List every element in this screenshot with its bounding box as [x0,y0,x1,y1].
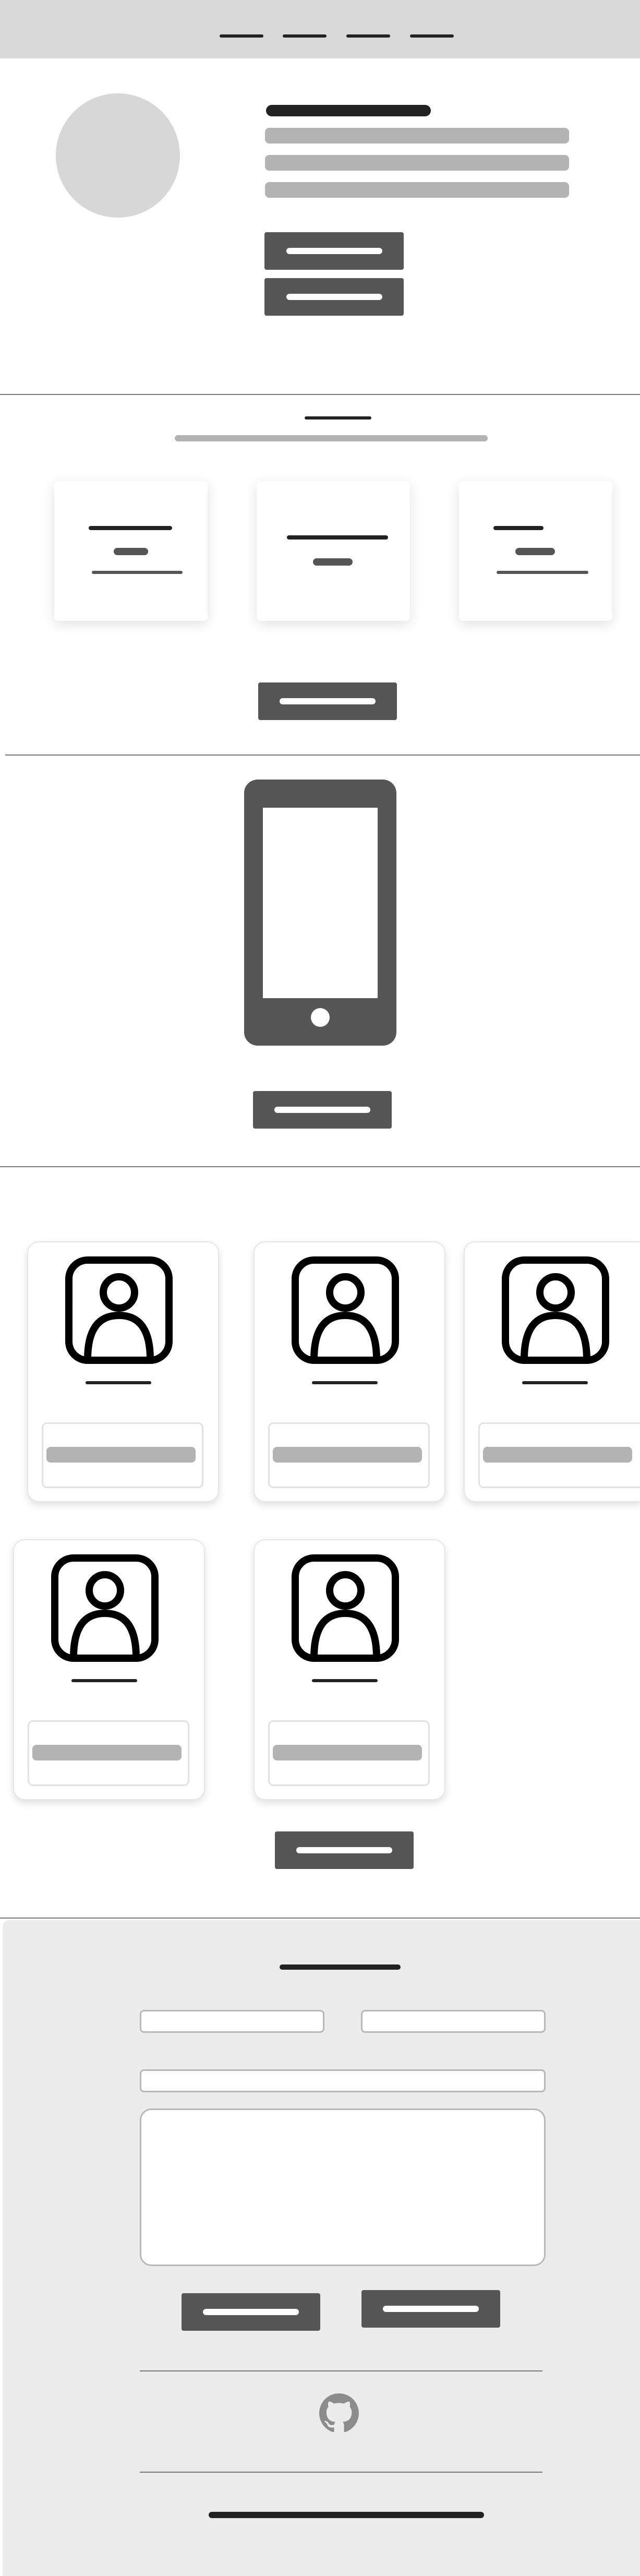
hero-title-placeholder [266,105,431,116]
feature-card [257,481,410,621]
footer-divider [140,2472,542,2473]
member-name-placeholder [86,1381,151,1384]
github-icon[interactable] [319,2393,359,2433]
team-card [253,1539,445,1800]
section-divider [0,394,640,395]
footer-divider [140,2370,542,2371]
feature-subtitle-placeholder [515,548,555,555]
member-info-box [268,1422,430,1488]
team-card [27,1241,219,1502]
team-cta-button[interactable] [275,1831,414,1869]
top-nav-bar [0,0,640,58]
feature-title-placeholder [493,526,544,530]
member-name-placeholder [312,1679,378,1682]
section-subtitle-placeholder [175,435,488,441]
member-info-box [42,1422,203,1488]
section-title-placeholder [305,416,371,420]
team-card [13,1539,205,1800]
button-label [383,2306,479,2312]
button-label [203,2309,299,2315]
button-label [286,294,382,300]
feature-text-placeholder [92,571,183,574]
member-info-placeholder [483,1447,632,1463]
feature-card [54,481,208,621]
member-name-placeholder [312,1381,378,1384]
name-field[interactable] [140,2010,324,2033]
feature-subtitle-placeholder [313,558,353,566]
contact-submit-button[interactable] [182,2293,320,2331]
app-cta-button[interactable] [253,1091,392,1129]
person-icon [51,1554,159,1662]
person-icon [65,1256,173,1364]
hero-text-line [265,128,569,143]
hero-button-primary[interactable] [264,232,404,270]
member-name-placeholder [522,1381,588,1384]
email-field[interactable] [361,2010,546,2033]
message-field[interactable] [140,2108,546,2266]
section-divider [5,754,640,756]
nav-link-2[interactable] [283,34,327,38]
hero-button-secondary[interactable] [264,278,404,316]
member-info-box [268,1720,430,1786]
feature-card [459,481,612,621]
button-label [274,1107,370,1113]
button-label [296,1847,392,1853]
section-divider [0,1166,640,1167]
feature-text-placeholder [497,571,588,574]
avatar [56,93,180,218]
subject-field[interactable] [140,2069,546,2092]
features-cta-button[interactable] [258,682,397,720]
feature-title-placeholder [89,526,172,530]
member-info-placeholder [273,1745,422,1760]
person-icon [291,1554,400,1662]
nav-link-3[interactable] [346,34,390,38]
member-name-placeholder [71,1679,137,1682]
team-card [464,1241,640,1502]
team-card [253,1241,445,1502]
member-info-box [478,1422,640,1488]
nav-link-4[interactable] [410,34,454,38]
section-divider [0,1918,640,1919]
person-icon [291,1256,400,1364]
member-info-placeholder [32,1745,182,1760]
feature-title-placeholder [287,535,388,540]
hero-text-line [265,155,569,171]
button-label [286,248,382,254]
nav-link-1[interactable] [220,34,263,38]
contact-title-placeholder [280,1964,401,1970]
contact-reset-button[interactable] [361,2290,500,2328]
button-label [280,698,376,704]
member-info-placeholder [273,1447,422,1463]
member-info-placeholder [46,1447,196,1463]
hero-text-line [265,182,569,198]
feature-subtitle-placeholder [114,548,148,555]
phone-icon [244,780,396,1046]
footer-text-placeholder [209,2512,484,2518]
person-icon [501,1256,610,1364]
member-info-box [28,1720,189,1786]
